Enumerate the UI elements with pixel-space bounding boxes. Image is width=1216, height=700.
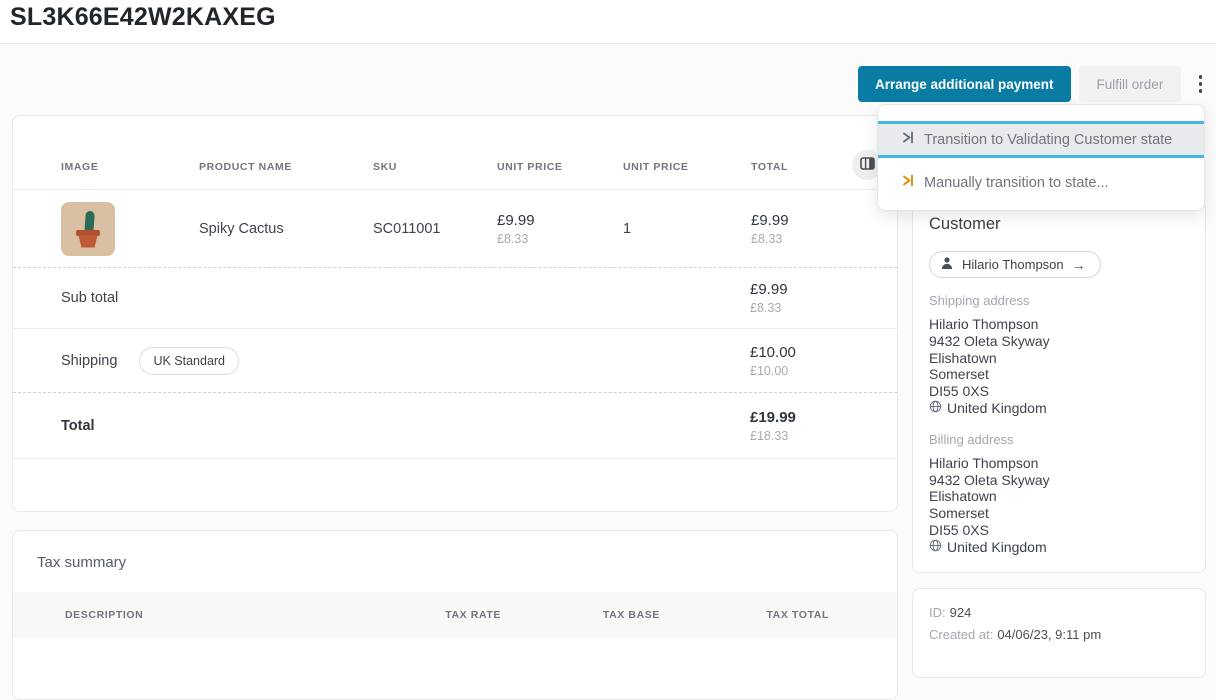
subtotal-value-alt: £8.33 <box>750 301 788 315</box>
column-tax-base: TAX BASE <box>501 609 660 621</box>
customer-link[interactable]: Hilario Thompson → <box>929 251 1101 278</box>
order-id-value: 924 <box>950 605 972 620</box>
order-id: ID: 924 <box>929 605 1189 620</box>
subtotal-label: Sub total <box>61 290 118 306</box>
kebab-menu-icon[interactable] <box>1189 66 1211 102</box>
address-line: 9432 Oleta Skyway <box>929 333 1189 350</box>
menu-item-label: Manually transition to state... <box>924 175 1109 191</box>
product-sku: SC011001 <box>373 221 497 237</box>
address-line: Hilario Thompson <box>929 316 1189 333</box>
address-country: United Kingdom <box>947 539 1047 556</box>
shipping-address-label: Shipping address <box>929 293 1189 308</box>
address-line: DI55 0XS <box>929 383 1189 400</box>
globe-icon <box>929 400 942 417</box>
menu-item-label: Transition to Validating Customer state <box>924 132 1172 148</box>
order-items-card: IMAGE PRODUCT NAME SKU UNIT PRICE UNIT P… <box>12 115 898 512</box>
shipping-value: £10.00 <box>750 344 796 361</box>
column-unit-price-2: UNIT PRICE <box>623 161 751 189</box>
address-line: DI55 0XS <box>929 522 1189 539</box>
customer-name: Hilario Thompson <box>962 257 1064 272</box>
unit-price: £9.99 <box>497 212 623 229</box>
tax-summary-card: Tax summary DESCRIPTION TAX RATE TAX BAS… <box>12 530 898 700</box>
subtotal-value: £9.99 <box>750 281 788 298</box>
product-image <box>61 202 115 256</box>
order-created-at: Created at: 04/06/23, 9:11 pm <box>929 627 1189 642</box>
order-id-label: ID: <box>929 605 946 620</box>
order-meta-card: ID: 924 Created at: 04/06/23, 9:11 pm <box>912 588 1206 678</box>
menu-item-transition-validating-customer[interactable]: Transition to Validating Customer state <box>878 121 1204 158</box>
items-table-header: IMAGE PRODUCT NAME SKU UNIT PRICE UNIT P… <box>13 116 897 189</box>
column-description: DESCRIPTION <box>65 609 342 621</box>
line-item-row: Spiky Cactus SC011001 £9.99 £8.33 1 £9.9… <box>13 189 897 267</box>
columns-icon <box>860 157 875 173</box>
column-product-name: PRODUCT NAME <box>199 161 373 189</box>
total-label: Total <box>61 418 95 434</box>
order-actions: Arrange additional payment Fulfill order <box>858 66 1211 102</box>
transition-state-icon <box>900 130 915 149</box>
menu-item-manually-transition[interactable]: Manually transition to state... <box>878 167 1204 198</box>
shipping-label: Shipping <box>61 353 117 369</box>
state-transition-menu: Transition to Validating Customer state … <box>877 104 1205 211</box>
address-line: Somerset <box>929 505 1189 522</box>
person-icon <box>940 256 954 273</box>
line-total: £9.99 <box>751 212 835 229</box>
line-total-alt: £8.33 <box>751 232 835 246</box>
address-country: United Kingdom <box>947 400 1047 417</box>
product-name: Spiky Cactus <box>199 221 373 237</box>
arrange-additional-payment-button[interactable]: Arrange additional payment <box>858 66 1071 102</box>
unit-price-alt: £8.33 <box>497 232 623 246</box>
address-line: 9432 Oleta Skyway <box>929 472 1189 489</box>
tax-table-header: DESCRIPTION TAX RATE TAX BASE TAX TOTAL <box>13 592 897 638</box>
top-bar: SL3K66E42W2KAXEG <box>0 0 1216 44</box>
column-total: TOTAL <box>751 161 835 189</box>
globe-icon <box>929 539 942 556</box>
column-tax-rate: TAX RATE <box>342 609 501 621</box>
column-image: IMAGE <box>61 161 199 189</box>
shipping-address: Hilario Thompson 9432 Oleta Skyway Elish… <box>929 316 1189 417</box>
shipping-value-alt: £10.00 <box>750 364 796 378</box>
shipping-method-badge: UK Standard <box>139 347 239 375</box>
address-line: Somerset <box>929 366 1189 383</box>
column-unit-price: UNIT PRICE <box>497 161 623 189</box>
address-line: Elishatown <box>929 488 1189 505</box>
billing-address-label: Billing address <box>929 432 1189 447</box>
tax-summary-title: Tax summary <box>13 531 897 571</box>
customer-card: Customer Hilario Thompson → Shipping add… <box>912 200 1206 573</box>
address-line: Hilario Thompson <box>929 455 1189 472</box>
shipping-row: Shipping UK Standard £10.00 £10.00 <box>13 328 897 392</box>
arrow-right-icon: → <box>1072 257 1086 273</box>
page-title: SL3K66E42W2KAXEG <box>0 0 1216 32</box>
column-tax-total: TAX TOTAL <box>660 609 829 621</box>
subtotal-row: Sub total £9.99 £8.33 <box>13 267 897 328</box>
billing-address: Hilario Thompson 9432 Oleta Skyway Elish… <box>929 455 1189 556</box>
created-at-value: 04/06/23, 9:11 pm <box>997 627 1101 642</box>
fulfill-order-button[interactable]: Fulfill order <box>1079 66 1182 102</box>
transition-state-icon <box>900 173 915 192</box>
quantity: 1 <box>623 221 751 237</box>
created-at-label: Created at: <box>929 627 993 642</box>
items-card-footer <box>13 458 897 512</box>
total-row: Total £19.99 £18.33 <box>13 392 897 458</box>
address-line: Elishatown <box>929 350 1189 367</box>
total-value-alt: £18.33 <box>750 429 796 443</box>
column-sku: SKU <box>373 161 497 189</box>
total-value: £19.99 <box>750 409 796 426</box>
customer-title: Customer <box>929 215 1189 234</box>
